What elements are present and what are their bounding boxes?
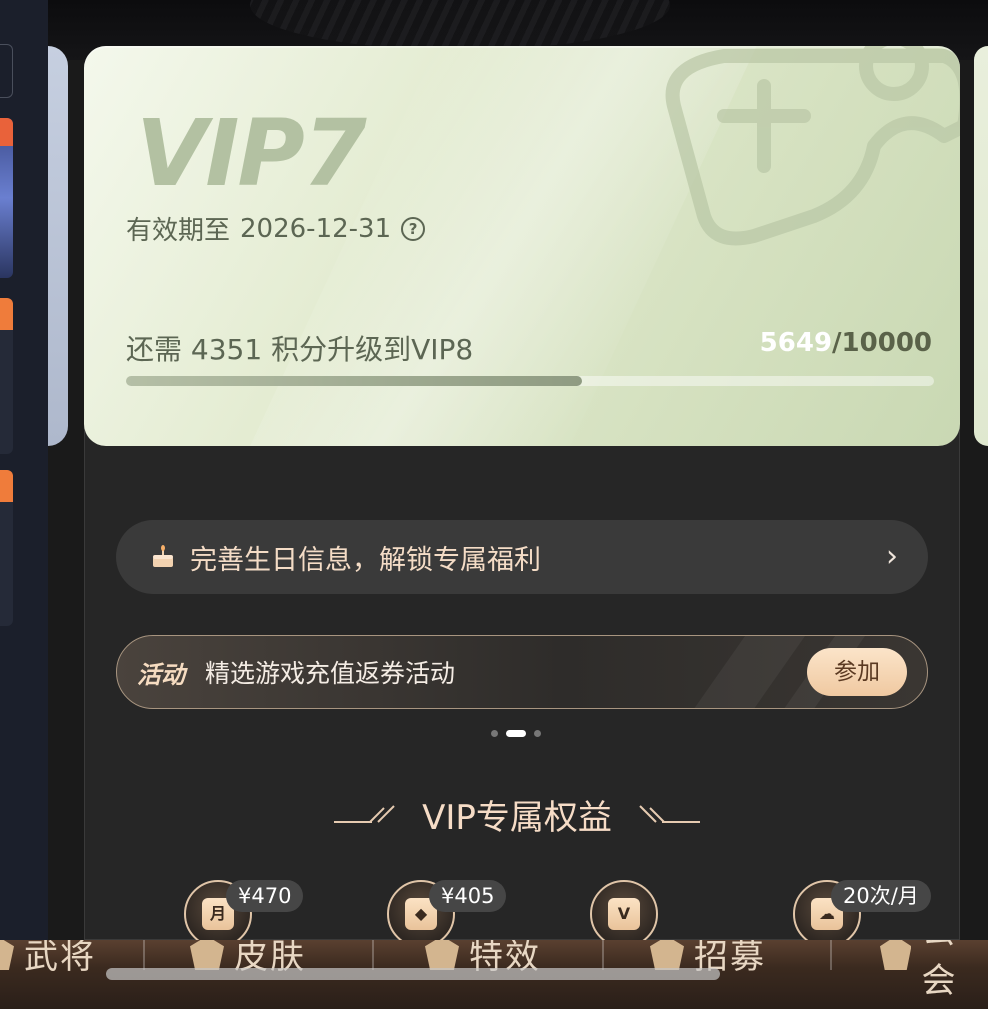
recruit-icon bbox=[650, 940, 684, 970]
generals-icon bbox=[0, 940, 14, 970]
activity-text: 精选游戏充值返券活动 bbox=[205, 659, 456, 688]
expiry-label: 有效期至 bbox=[126, 216, 231, 246]
section-header: VIP专属权益 bbox=[326, 790, 708, 838]
help-icon[interactable]: ? bbox=[401, 216, 426, 241]
previous-vip-card[interactable] bbox=[48, 46, 68, 446]
background-decoration bbox=[250, 0, 670, 50]
upgrade-requirement: 还需 4351 积分升级到VIP8 bbox=[126, 328, 473, 368]
skin-icon bbox=[190, 940, 224, 970]
vip-level-card[interactable]: VIP7 有效期至 2026-12-31 ? 还需 4351 积分升级到VIP8… bbox=[84, 46, 960, 446]
birthday-banner[interactable]: 完善生日信息，解锁专属福利 › bbox=[116, 520, 928, 594]
points-needed: 4351 bbox=[190, 333, 263, 366]
next-vip-card[interactable] bbox=[974, 46, 988, 446]
join-button[interactable]: 参加 bbox=[807, 648, 907, 696]
guild-icon bbox=[880, 940, 912, 970]
pager-dot[interactable] bbox=[491, 730, 498, 737]
vip-progress-fill bbox=[126, 376, 583, 386]
upgrade-prefix: 还需 bbox=[126, 333, 183, 366]
nav-label: 公会 bbox=[921, 940, 958, 1001]
side-tag bbox=[0, 298, 13, 330]
title-decoration-left-icon bbox=[334, 805, 395, 823]
vip-level-title: VIP7 bbox=[136, 100, 367, 207]
activity-banner[interactable]: 活动 精选游戏充值返券活动 参加 bbox=[116, 635, 928, 709]
nav-divider bbox=[830, 940, 832, 970]
section-title: VIP专属权益 bbox=[422, 797, 612, 838]
vip-expiry: 有效期至 2026-12-31 ? bbox=[126, 210, 426, 247]
left-side-panel bbox=[0, 0, 48, 940]
upgrade-suffix: 积分升级到VIP8 bbox=[271, 333, 474, 366]
points-counter: 5649/10000 bbox=[760, 328, 932, 358]
birthday-text: 完善生日信息，解锁专属福利 bbox=[190, 544, 541, 576]
side-card[interactable] bbox=[0, 470, 13, 626]
chevron-right-icon: › bbox=[886, 539, 898, 574]
pager-dot-active[interactable] bbox=[506, 730, 526, 737]
side-tag bbox=[0, 470, 13, 502]
nav-label: 武将 bbox=[24, 940, 96, 977]
side-box[interactable] bbox=[0, 44, 13, 98]
effects-icon bbox=[425, 940, 459, 970]
side-thumbnail[interactable] bbox=[0, 118, 13, 278]
benefit-badge: ¥470 bbox=[226, 880, 304, 912]
vip-progress-bar bbox=[126, 376, 934, 386]
points-total: /10000 bbox=[832, 328, 932, 358]
nav-item-generals[interactable]: 武将 bbox=[0, 940, 96, 978]
home-indicator[interactable] bbox=[106, 968, 720, 980]
nav-item-guild[interactable]: 公会 bbox=[880, 940, 988, 1001]
gamepad-icon bbox=[665, 46, 960, 246]
benefit-badge: 20次/月 bbox=[831, 880, 931, 912]
nav-divider bbox=[602, 940, 604, 970]
points-current: 5649 bbox=[759, 328, 833, 358]
side-tag bbox=[0, 118, 13, 146]
benefit-badge: ¥405 bbox=[429, 880, 507, 912]
nav-divider bbox=[372, 940, 374, 970]
activity-tag: 活动 bbox=[137, 660, 185, 689]
vip-gift-icon: V bbox=[608, 898, 640, 930]
nav-divider bbox=[143, 940, 145, 970]
title-decoration-right-icon bbox=[639, 805, 700, 823]
banner-pager bbox=[491, 730, 541, 737]
side-card[interactable] bbox=[0, 298, 13, 454]
expiry-date: 2026-12-31 bbox=[240, 213, 392, 244]
pager-dot[interactable] bbox=[534, 730, 541, 737]
cake-icon bbox=[153, 545, 173, 567]
